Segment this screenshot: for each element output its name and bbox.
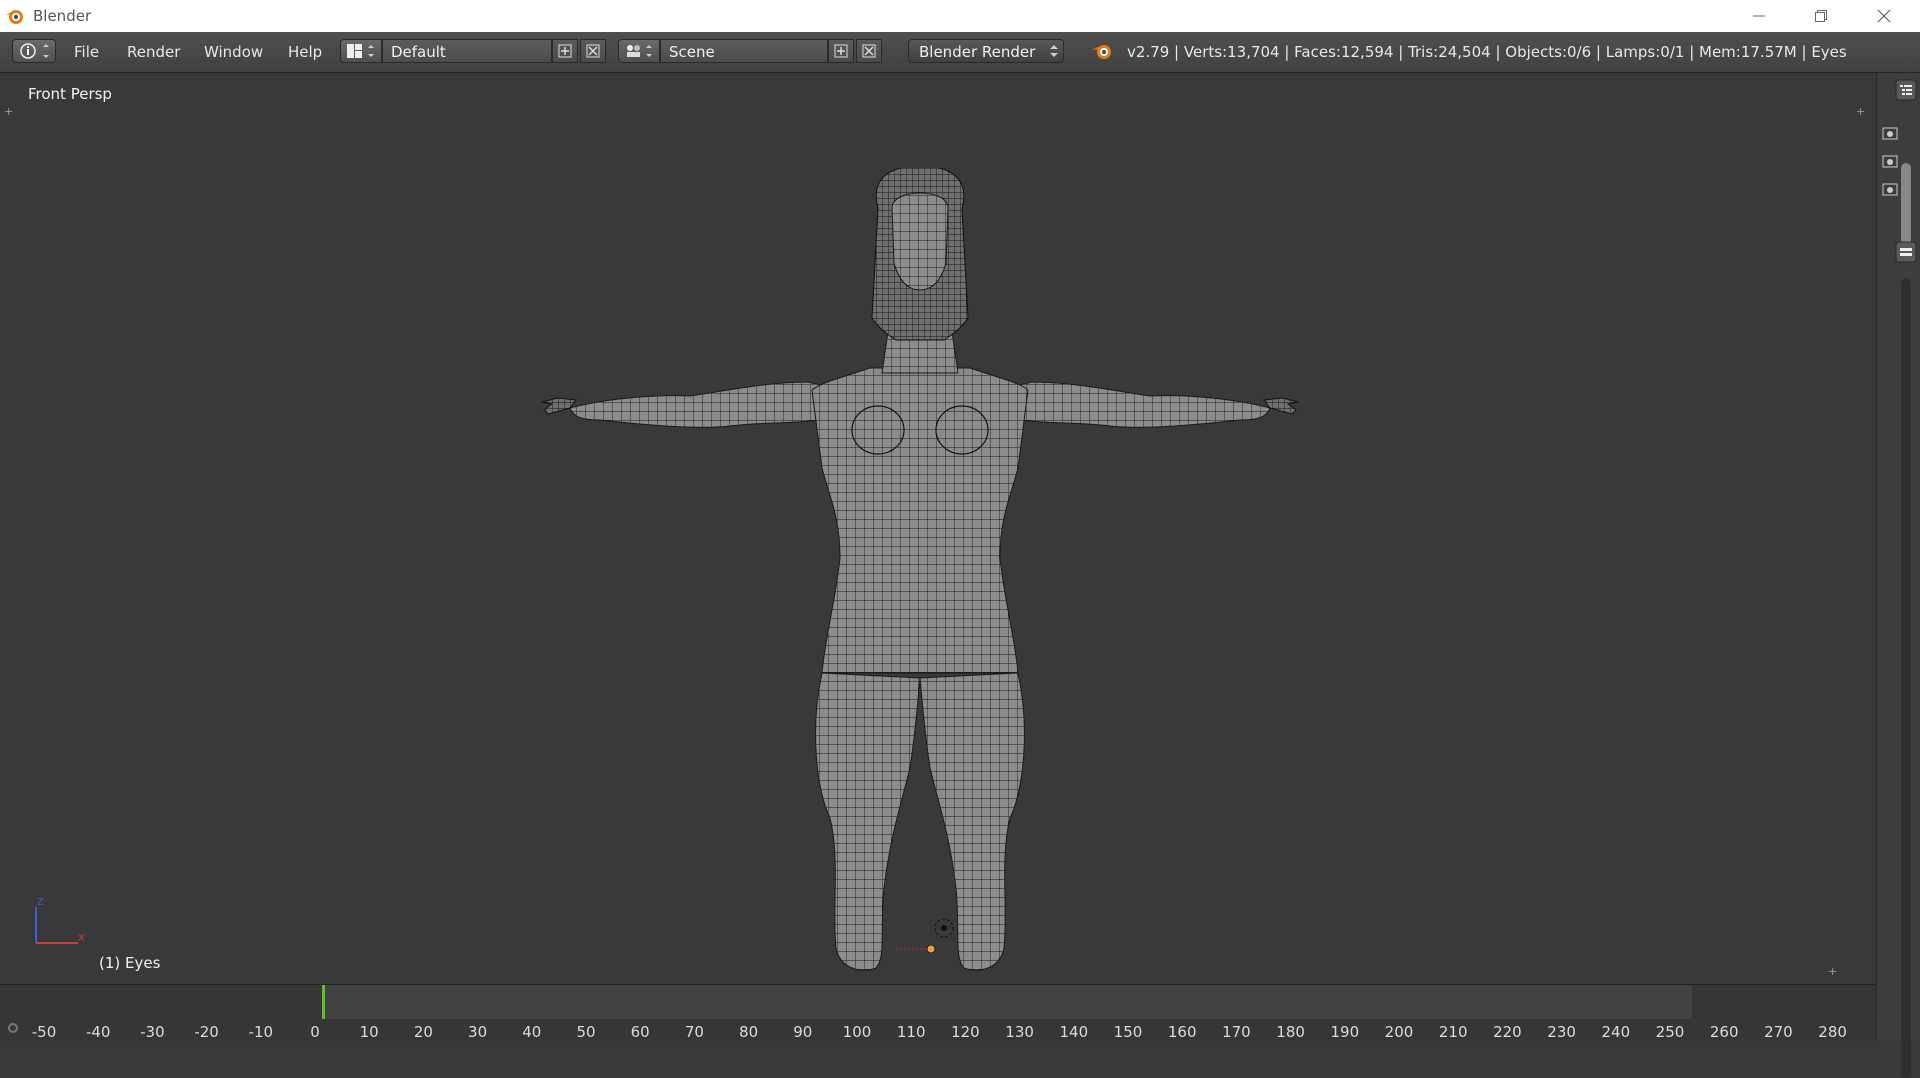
region-expand-icon[interactable]: + — [4, 106, 14, 117]
info-header: File Render Window Help Default Scene Bl… — [0, 32, 1920, 73]
scene-name[interactable]: Scene — [660, 39, 828, 63]
screen-layout-icon — [347, 44, 374, 58]
timeline-tick-label: 30 — [468, 1023, 488, 1041]
timeline-ruler — [0, 1019, 1876, 1041]
timeline-tick-label: 230 — [1547, 1023, 1576, 1041]
timeline-out-of-range — [0, 985, 322, 1019]
view-name-label: Front Persp — [28, 85, 112, 103]
active-object-label: (1) Eyes — [99, 954, 161, 972]
timeline-tick-label: 280 — [1818, 1023, 1847, 1041]
frame-cursor[interactable] — [322, 985, 325, 1019]
info-editor-icon — [20, 43, 49, 59]
timeline-tick-label: 130 — [1005, 1023, 1034, 1041]
timeline-tick-label: 120 — [951, 1023, 980, 1041]
timeline-tick-label: 210 — [1438, 1023, 1468, 1041]
timeline-out-of-range — [1692, 985, 1876, 1019]
delete-icon — [586, 44, 600, 58]
3d-viewport[interactable]: Front Persp + + + Z X (1) Eyes — [0, 73, 1876, 983]
timeline-tick-label: 150 — [1113, 1023, 1143, 1041]
menu-help[interactable]: Help — [288, 43, 322, 61]
mesh-figure[interactable] — [540, 168, 1300, 973]
timeline-tick-label: 270 — [1764, 1023, 1793, 1041]
timeline-tick-label: 70 — [684, 1023, 704, 1041]
add-screen-button[interactable] — [552, 39, 578, 63]
screen-layout-dropdown[interactable] — [340, 39, 382, 63]
timeline-tick-label: 190 — [1330, 1023, 1360, 1041]
timeline-tick-label: 50 — [576, 1023, 596, 1041]
close-button[interactable] — [1855, 0, 1913, 32]
add-scene-button[interactable] — [828, 39, 854, 63]
blender-logo-icon — [6, 10, 23, 24]
camera-icon[interactable] — [1881, 153, 1899, 169]
timeline[interactable]: -50 -40 -30 -20 -10 0 10 20 30 40 50 60 70 80 90 100 110… — [0, 984, 1876, 1041]
timeline-tick-label: 250 — [1655, 1023, 1685, 1041]
region-expand-icon[interactable]: + — [1828, 966, 1838, 977]
timeline-tick-label: 140 — [1059, 1023, 1089, 1041]
right-sidebar — [1876, 73, 1920, 1078]
timeline-tick-label: -30 — [140, 1023, 165, 1041]
timeline-tick-label: 100 — [842, 1023, 872, 1041]
add-icon — [558, 44, 572, 58]
window-titlebar: Blender — [0, 0, 1920, 32]
timeline-tick-label: 160 — [1167, 1023, 1197, 1041]
delete-screen-button[interactable] — [580, 39, 606, 63]
outliner-scrollbar[interactable] — [1901, 163, 1911, 251]
timeline-tick-label: 180 — [1276, 1023, 1305, 1041]
scene-dropdown[interactable] — [618, 39, 660, 63]
axis-x-label: X — [78, 933, 85, 944]
dropdown-arrows-icon — [1050, 45, 1058, 57]
outliner-icon[interactable] — [1895, 79, 1917, 101]
body-mesh — [541, 168, 1299, 971]
region-expand-icon[interactable]: + — [1856, 106, 1866, 117]
restore-button[interactable] — [1792, 0, 1850, 32]
add-icon — [834, 44, 848, 58]
timeline-tick-label: -10 — [248, 1023, 274, 1041]
timeline-tick-label: 90 — [793, 1023, 813, 1041]
timeline-tick-label: 200 — [1384, 1023, 1414, 1041]
menu-file[interactable]: File — [74, 43, 99, 61]
timeline-tick-label: 40 — [522, 1023, 542, 1041]
timeline-tick-label: 220 — [1493, 1023, 1522, 1041]
delete-icon — [862, 44, 876, 58]
timeline-tick-label: 60 — [630, 1023, 650, 1041]
scene-statistics: v2.79 | Verts:13,704 | Faces:12,594 | Tr… — [1127, 43, 1847, 61]
axis-z-label: Z — [37, 897, 44, 908]
timeline-tick-label: 0 — [310, 1023, 320, 1041]
menu-render[interactable]: Render — [127, 43, 180, 61]
timeline-ruler-icon — [8, 1023, 18, 1033]
timeline-tick-label: 10 — [359, 1023, 379, 1041]
blender-logo-icon — [1092, 45, 1111, 59]
close-icon — [1877, 9, 1891, 23]
minimize-icon — [1753, 15, 1765, 17]
restore-icon — [1815, 10, 1827, 22]
minimize-button[interactable] — [1730, 0, 1788, 32]
render-engine-label: Blender Render — [919, 43, 1036, 61]
properties-icon[interactable] — [1895, 241, 1917, 263]
timeline-tick-label: -50 — [31, 1023, 57, 1041]
window-title: Blender — [33, 7, 92, 25]
delete-scene-button[interactable] — [856, 39, 882, 63]
axis-gizmo: Z X — [35, 897, 85, 944]
timeline-tick-label: 170 — [1222, 1023, 1251, 1041]
timeline-tick-label: -40 — [85, 1023, 111, 1041]
timeline-tick-label: 110 — [896, 1023, 926, 1041]
timeline-tick-label: 20 — [413, 1023, 433, 1041]
timeline-tick-label: 80 — [739, 1023, 759, 1041]
timeline-tick-label: 240 — [1601, 1023, 1631, 1041]
scene-icon — [627, 45, 652, 57]
editor-type-selector[interactable] — [12, 39, 56, 63]
timeline-tick-label: 260 — [1709, 1023, 1739, 1041]
render-engine-dropdown[interactable]: Blender Render — [908, 39, 1064, 63]
screen-layout-name[interactable]: Default — [382, 39, 552, 63]
camera-icon[interactable] — [1881, 125, 1899, 141]
properties-scrollbar[interactable] — [1901, 278, 1911, 1078]
camera-icon[interactable] — [1881, 181, 1899, 197]
timeline-tick-label: -20 — [194, 1023, 219, 1041]
menu-window[interactable]: Window — [204, 43, 263, 61]
